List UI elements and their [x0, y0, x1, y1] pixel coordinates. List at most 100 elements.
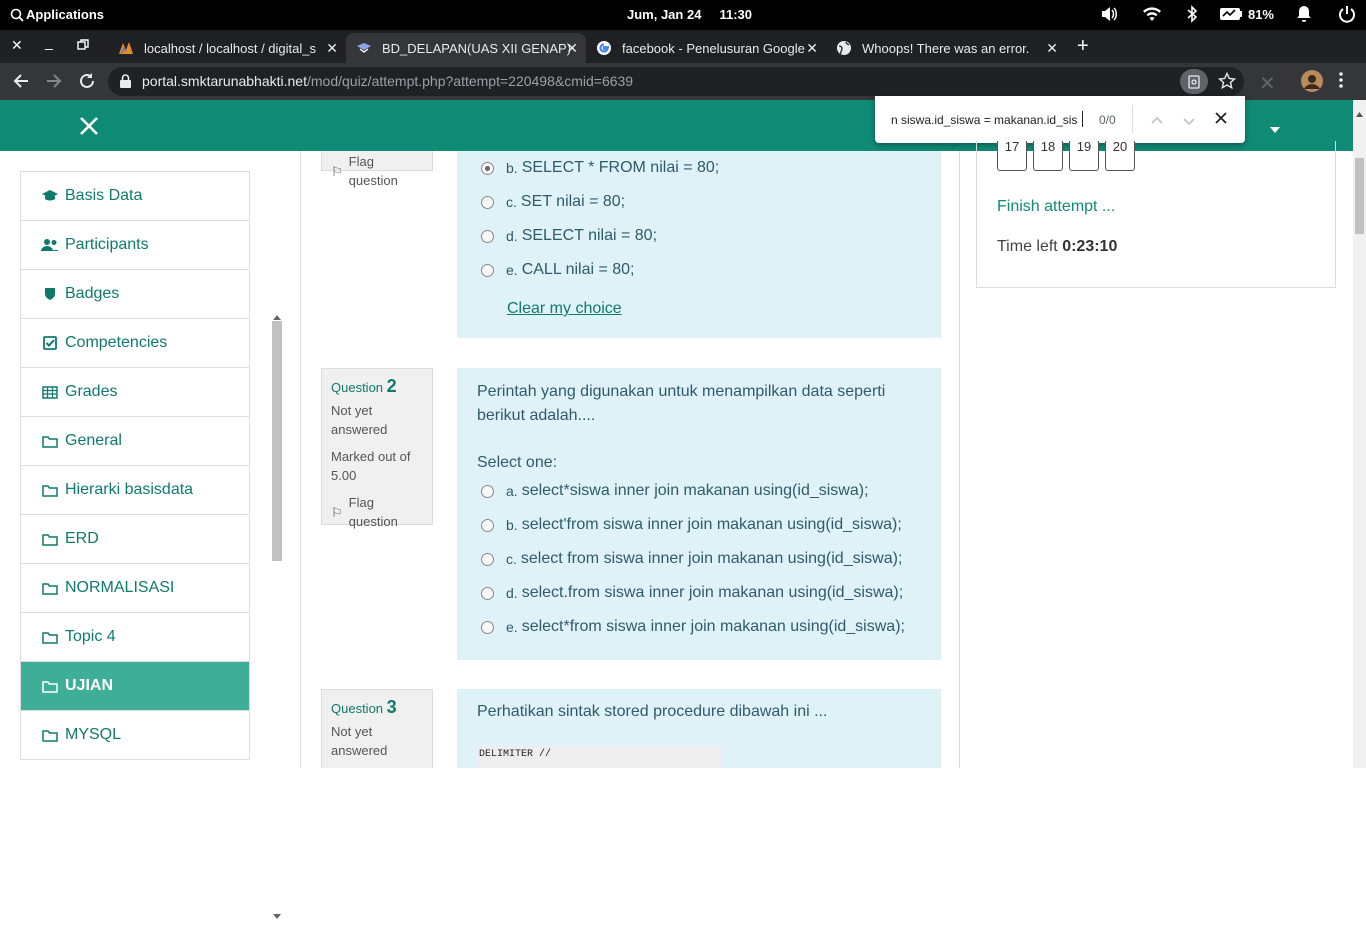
radio-button[interactable]	[481, 161, 494, 175]
drawer-scrollbar-thumb[interactable]	[272, 321, 282, 561]
answer-option[interactable]: a. select*siswa inner join makanan using(…	[481, 482, 869, 500]
page-scrollbar[interactable]	[1353, 100, 1366, 768]
graduation-cap-icon	[41, 189, 59, 203]
quiz-navigation-region: 17 18 19 20 Finish attempt ... Time left 0:…	[960, 140, 1353, 768]
answer-option[interactable]: b. select'from siswa inner join makanan u…	[481, 516, 902, 534]
finish-attempt-link[interactable]: Finish attempt ...	[997, 198, 1115, 216]
option-letter: b.	[506, 517, 518, 533]
system-top-bar: Applications Jum, Jan 24 11:30 81%	[0, 0, 1366, 30]
tab-title: facebook - Penelusuran Google	[622, 40, 805, 56]
folder-icon	[41, 680, 59, 693]
new-tab-icon[interactable]: +	[1077, 35, 1089, 58]
window-restore-icon[interactable]	[77, 38, 89, 54]
tab-close-icon[interactable]: ✕	[566, 40, 578, 57]
find-previous-icon[interactable]	[1151, 113, 1163, 127]
tab-error[interactable]: Whoops! There was an error. ✕	[826, 33, 1066, 63]
answer-option[interactable]: b. SELECT * FROM nilai = 80;	[481, 159, 719, 177]
radio-button[interactable]	[481, 484, 494, 498]
browser-menu-icon[interactable]	[1338, 71, 1344, 94]
quiz-nav-question-button[interactable]: 18	[1033, 140, 1063, 171]
page-scrollbar-thumb[interactable]	[1355, 158, 1364, 234]
tab-phpmyadmin[interactable]: localhost / localhost / digital_sign ✕	[108, 33, 346, 63]
quiz-nav-number: 17	[1004, 139, 1020, 154]
find-close-icon[interactable]	[1215, 112, 1227, 127]
flag-question-link[interactable]: ⚐ Flag question	[331, 493, 423, 531]
bluetooth-icon[interactable]	[1186, 5, 1198, 23]
radio-button[interactable]	[481, 229, 494, 243]
sidebar-item-erd[interactable]: ERD	[20, 515, 250, 564]
answer-option[interactable]: e. select*from siswa inner join makanan u…	[481, 618, 905, 636]
wifi-icon[interactable]	[1142, 6, 1162, 22]
url-host: portal.smktarunabhakti.net	[142, 73, 307, 89]
radio-button[interactable]	[481, 620, 494, 634]
extension-x-icon[interactable]: ✕	[1259, 71, 1276, 96]
question-text: Perhatikan sintak stored procedure dibaw…	[477, 703, 828, 720]
power-icon[interactable]	[1338, 5, 1356, 23]
quiz-nav-question-button[interactable]: 17	[997, 139, 1027, 171]
radio-button[interactable]	[481, 518, 494, 532]
find-in-page-icon[interactable]	[1180, 69, 1208, 94]
flag-question-link[interactable]: ⚐ Flag question	[331, 152, 423, 190]
option-text: select'from siswa inner join makanan usi…	[521, 516, 902, 533]
url-path: /mod/quiz/attempt.php?attempt=220498&cmi…	[306, 73, 634, 89]
question-number: Question 3	[331, 697, 397, 717]
sidebar-item-topic-4[interactable]: Topic 4	[20, 613, 250, 662]
answer-option[interactable]: c. SET nilai = 80;	[481, 193, 625, 211]
radio-button[interactable]	[481, 263, 494, 277]
question-1-info: ⚐ Flag question	[321, 151, 433, 188]
sidebar-item-badges[interactable]: Badges	[20, 270, 250, 319]
sidebar-item-ujian[interactable]: UJIAN	[20, 662, 250, 711]
back-icon[interactable]	[12, 72, 30, 95]
tab-close-icon[interactable]: ✕	[806, 40, 818, 57]
radio-button[interactable]	[481, 552, 494, 566]
question-marks: Marked out of 5.00	[331, 449, 411, 483]
sidebar-item-normalisasi[interactable]: NORMALISASI	[20, 564, 250, 613]
answer-option[interactable]: e. CALL nilai = 80;	[481, 261, 635, 279]
radio-button[interactable]	[481, 586, 494, 600]
window-close-icon[interactable]: ✕	[11, 37, 23, 54]
answer-option[interactable]: c. select from siswa inner join makanan u…	[481, 550, 902, 568]
tab-close-icon[interactable]: ✕	[1046, 40, 1058, 57]
sidebar-item-grades[interactable]: Grades	[20, 368, 250, 417]
sidebar-item-participants[interactable]: Participants	[20, 221, 250, 270]
scroll-down-icon[interactable]	[273, 907, 281, 925]
volume-icon[interactable]	[1100, 5, 1118, 23]
sidebar-item-hierarki-basisdata[interactable]: Hierarki basisdata	[20, 466, 250, 515]
bookmark-star-icon[interactable]	[1217, 71, 1237, 93]
clock[interactable]: Jum, Jan 24 11:30	[627, 7, 752, 22]
find-next-icon[interactable]	[1183, 115, 1195, 129]
browser-toolbar: portal.smktarunabhakti.net/mod/quiz/atte…	[0, 63, 1366, 100]
close-drawer-icon[interactable]	[79, 116, 99, 141]
drawer-scrollbar[interactable]	[270, 307, 286, 919]
question-1-content: b. SELECT * FROM nilai = 80; c. SET nilai =…	[457, 151, 941, 338]
answer-option[interactable]: d. select.from siswa inner join makanan u…	[481, 584, 903, 602]
system-tray[interactable]: 81%	[1100, 5, 1356, 23]
lock-icon[interactable]	[120, 74, 131, 91]
sidebar-item-general[interactable]: General	[20, 417, 250, 466]
sidebar-item-competencies[interactable]: Competencies	[20, 319, 250, 368]
quiz-nav-question-button[interactable]: 20	[1105, 140, 1135, 171]
option-letter: e.	[506, 619, 518, 635]
sidebar-item-basis-data[interactable]: Basis Data	[20, 172, 250, 221]
user-menu-caret-icon[interactable]	[1270, 120, 1280, 138]
scroll-up-icon[interactable]	[1356, 104, 1363, 122]
clear-my-choice-link[interactable]: Clear my choice	[507, 300, 622, 318]
radio-button[interactable]	[481, 195, 494, 209]
sidebar-item-mysql[interactable]: MYSQL	[20, 711, 250, 760]
window-minimize-icon[interactable]: _	[45, 34, 53, 50]
answer-option[interactable]: d. SELECT nilai = 80;	[481, 227, 657, 245]
find-input[interactable]: n siswa.id_siswa = makanan.id_sis	[891, 113, 1077, 127]
forward-icon[interactable]	[45, 72, 63, 95]
tab-google[interactable]: facebook - Penelusuran Google ✕	[586, 33, 826, 63]
notifications-bell-icon[interactable]	[1296, 5, 1312, 23]
battery-icon[interactable]	[1219, 7, 1242, 21]
tab-close-icon[interactable]: ✕	[326, 40, 338, 57]
reload-icon[interactable]	[78, 72, 96, 95]
address-bar[interactable]: portal.smktarunabhakti.net/mod/quiz/atte…	[108, 67, 1244, 96]
tab-quiz[interactable]: BD_DELAPAN(UAS XII GENAP) ✕	[346, 33, 586, 63]
applications-menu[interactable]: Applications	[10, 7, 104, 22]
sidebar-item-label: Grades	[65, 383, 118, 400]
option-letter: a.	[506, 483, 518, 499]
profile-avatar[interactable]	[1300, 69, 1324, 98]
quiz-nav-question-button[interactable]: 19	[1069, 140, 1099, 171]
